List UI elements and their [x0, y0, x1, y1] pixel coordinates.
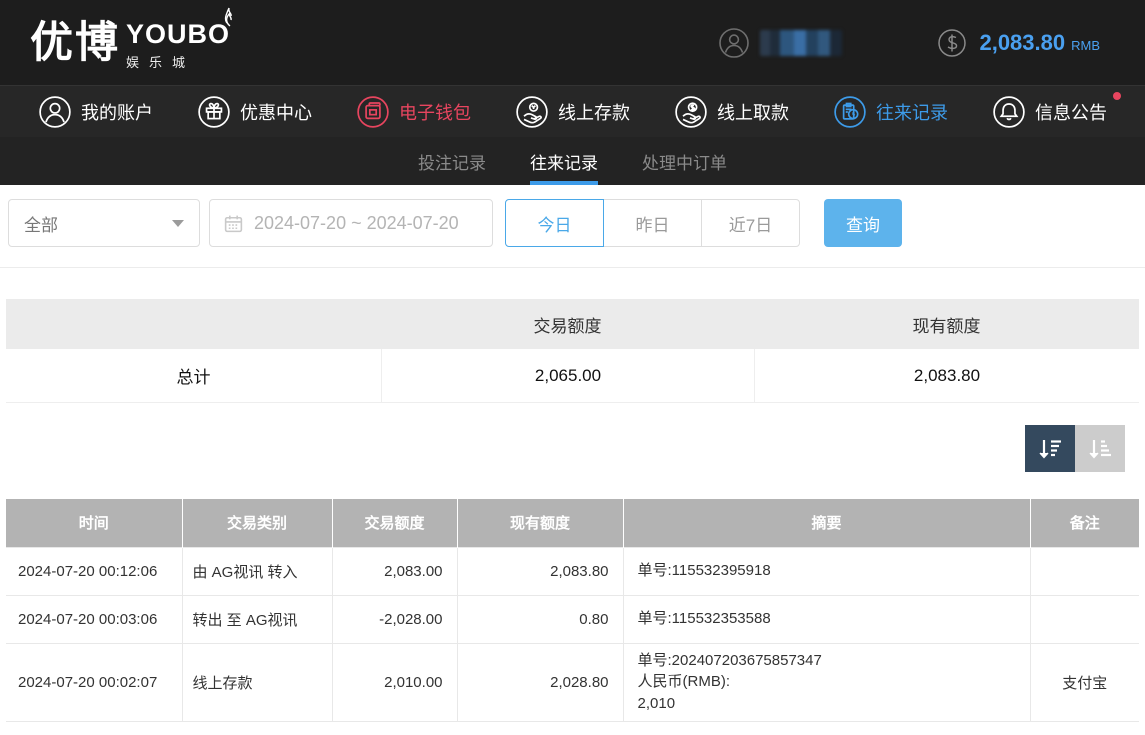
nav-item-e-wallet[interactable]: 电子钱包 [356, 95, 471, 129]
col-header-time: 时间 [6, 499, 182, 547]
date-range-input[interactable]: 2024-07-20 ~ 2024-07-20 [209, 199, 493, 247]
tab-betting-records[interactable]: 投注记录 [418, 137, 486, 185]
type-select-value: 全部 [24, 211, 58, 236]
table-row: 2024-07-20 00:12:06 由 AG视讯 转入 2,083.00 2… [6, 547, 1139, 595]
nav-item-online-deposit[interactable]: 线上存款 [515, 95, 630, 129]
col-header-type: 交易类别 [182, 499, 332, 547]
avatar[interactable] [718, 27, 750, 59]
calendar-icon [223, 213, 244, 234]
records-table: 时间 交易类别 交易额度 现有额度 摘要 备注 2024-07-20 00:12… [6, 499, 1139, 722]
tab-processing-orders[interactable]: 处理中订单 [642, 137, 727, 185]
table-row: 2024-07-20 00:02:07 线上存款 2,010.00 2,028.… [6, 643, 1139, 721]
quick-btn-last7days[interactable]: 近7日 [701, 199, 800, 247]
cell-time: 2024-07-20 00:02:07 [6, 643, 182, 721]
withdraw-icon [674, 95, 708, 129]
nav-item-transaction-records[interactable]: 往来记录 [833, 95, 948, 129]
records-icon [833, 95, 867, 129]
summary-trade-amount-value: 2,065.00 [381, 349, 754, 402]
deposit-icon [515, 95, 549, 129]
cell-summary: 单号:115532395918 [623, 547, 1030, 595]
cell-remark: 支付宝 [1030, 643, 1139, 721]
tab-transaction-records[interactable]: 往来记录 [530, 137, 598, 185]
col-header-balance: 现有额度 [457, 499, 623, 547]
quick-range-group: 今日 昨日 近7日 [505, 199, 800, 247]
main-nav: 我的账户 优惠中心 [0, 85, 1145, 137]
user-area: 2,083.80 RMB [718, 27, 1100, 59]
chevron-down-icon [172, 220, 184, 227]
sort-ascending-icon [1086, 435, 1114, 463]
nav-item-online-withdraw[interactable]: 线上取款 [674, 95, 789, 129]
records-header-row: 时间 交易类别 交易额度 现有额度 摘要 备注 [6, 499, 1139, 547]
logo-en-text: YOUBO [126, 19, 230, 49]
summary-table-row: 总计 2,065.00 2,083.80 [6, 349, 1139, 403]
cell-summary: 单号:115532353588 [623, 595, 1030, 643]
cell-time: 2024-07-20 00:03:06 [6, 595, 182, 643]
summary-total-label: 总计 [6, 349, 381, 402]
table-row: 2024-07-20 00:03:06 转出 至 AG视讯 -2,028.00 … [6, 595, 1139, 643]
cell-time: 2024-07-20 00:12:06 [6, 547, 182, 595]
user-icon [38, 95, 72, 129]
quick-btn-today[interactable]: 今日 [505, 199, 604, 247]
cell-type: 线上存款 [182, 643, 332, 721]
type-select[interactable]: 全部 [8, 199, 200, 247]
page: 优博 YOUBO 娱乐城 [0, 0, 1145, 735]
cell-amount: -2,028.00 [332, 595, 457, 643]
logo-cn-text: 优博 [30, 13, 120, 73]
dollar-circle-icon [937, 28, 967, 58]
cell-remark [1030, 595, 1139, 643]
search-button[interactable]: 查询 [824, 199, 902, 247]
flame-icon [218, 7, 234, 27]
gift-icon [197, 95, 231, 129]
sort-controls [0, 425, 1125, 472]
bell-icon [992, 95, 1026, 129]
section-divider [0, 267, 1145, 268]
cell-amount: 2,083.00 [332, 547, 457, 595]
summary-table: 交易额度 现有额度 总计 2,065.00 2,083.80 [6, 299, 1139, 403]
topbar: 优博 YOUBO 娱乐城 [0, 0, 1145, 85]
balance-currency: RMB [1071, 38, 1100, 53]
site-logo[interactable]: 优博 YOUBO 娱乐城 [30, 13, 230, 73]
cell-type: 由 AG视讯 转入 [182, 547, 332, 595]
summary-header-balance: 现有额度 [754, 299, 1139, 349]
subnav: 投注记录 往来记录 处理中订单 [0, 137, 1145, 185]
nav-item-my-account[interactable]: 我的账户 [38, 95, 153, 129]
cell-balance: 0.80 [457, 595, 623, 643]
nav-item-promotions[interactable]: 优惠中心 [197, 95, 312, 129]
nav-item-announcements[interactable]: 信息公告 [992, 95, 1107, 129]
logo-sub-text: 娱乐城 [126, 52, 230, 71]
cell-summary: 单号:202407203675857347 人民币(RMB): 2,010 [623, 643, 1030, 721]
cell-amount: 2,010.00 [332, 643, 457, 721]
username-redacted [760, 30, 842, 56]
cell-balance: 2,083.80 [457, 547, 623, 595]
date-range-value: 2024-07-20 ~ 2024-07-20 [254, 213, 459, 234]
sort-descending-icon [1036, 435, 1064, 463]
summary-table-header: 交易额度 现有额度 [6, 299, 1139, 349]
notification-dot [1113, 92, 1121, 100]
summary-balance-value: 2,083.80 [754, 349, 1139, 402]
col-header-summary: 摘要 [623, 499, 1030, 547]
cell-balance: 2,028.80 [457, 643, 623, 721]
filter-bar: 全部 2024-07-20 ~ 2024-07-20 今日 昨日 近7日 查询 [8, 199, 1137, 247]
col-header-amount: 交易额度 [332, 499, 457, 547]
col-header-remark: 备注 [1030, 499, 1139, 547]
sort-ascending-button[interactable] [1075, 425, 1125, 472]
quick-btn-yesterday[interactable]: 昨日 [603, 199, 702, 247]
summary-header-empty [6, 299, 381, 349]
cell-type: 转出 至 AG视讯 [182, 595, 332, 643]
logo-right: YOUBO 娱乐城 [126, 19, 230, 71]
balance[interactable]: 2,083.80 RMB [937, 28, 1100, 58]
cell-remark [1030, 547, 1139, 595]
summary-header-trade-amount: 交易额度 [381, 299, 754, 349]
wallet-icon [356, 95, 390, 129]
sort-descending-button[interactable] [1025, 425, 1075, 472]
balance-amount: 2,083.80 [979, 30, 1065, 56]
